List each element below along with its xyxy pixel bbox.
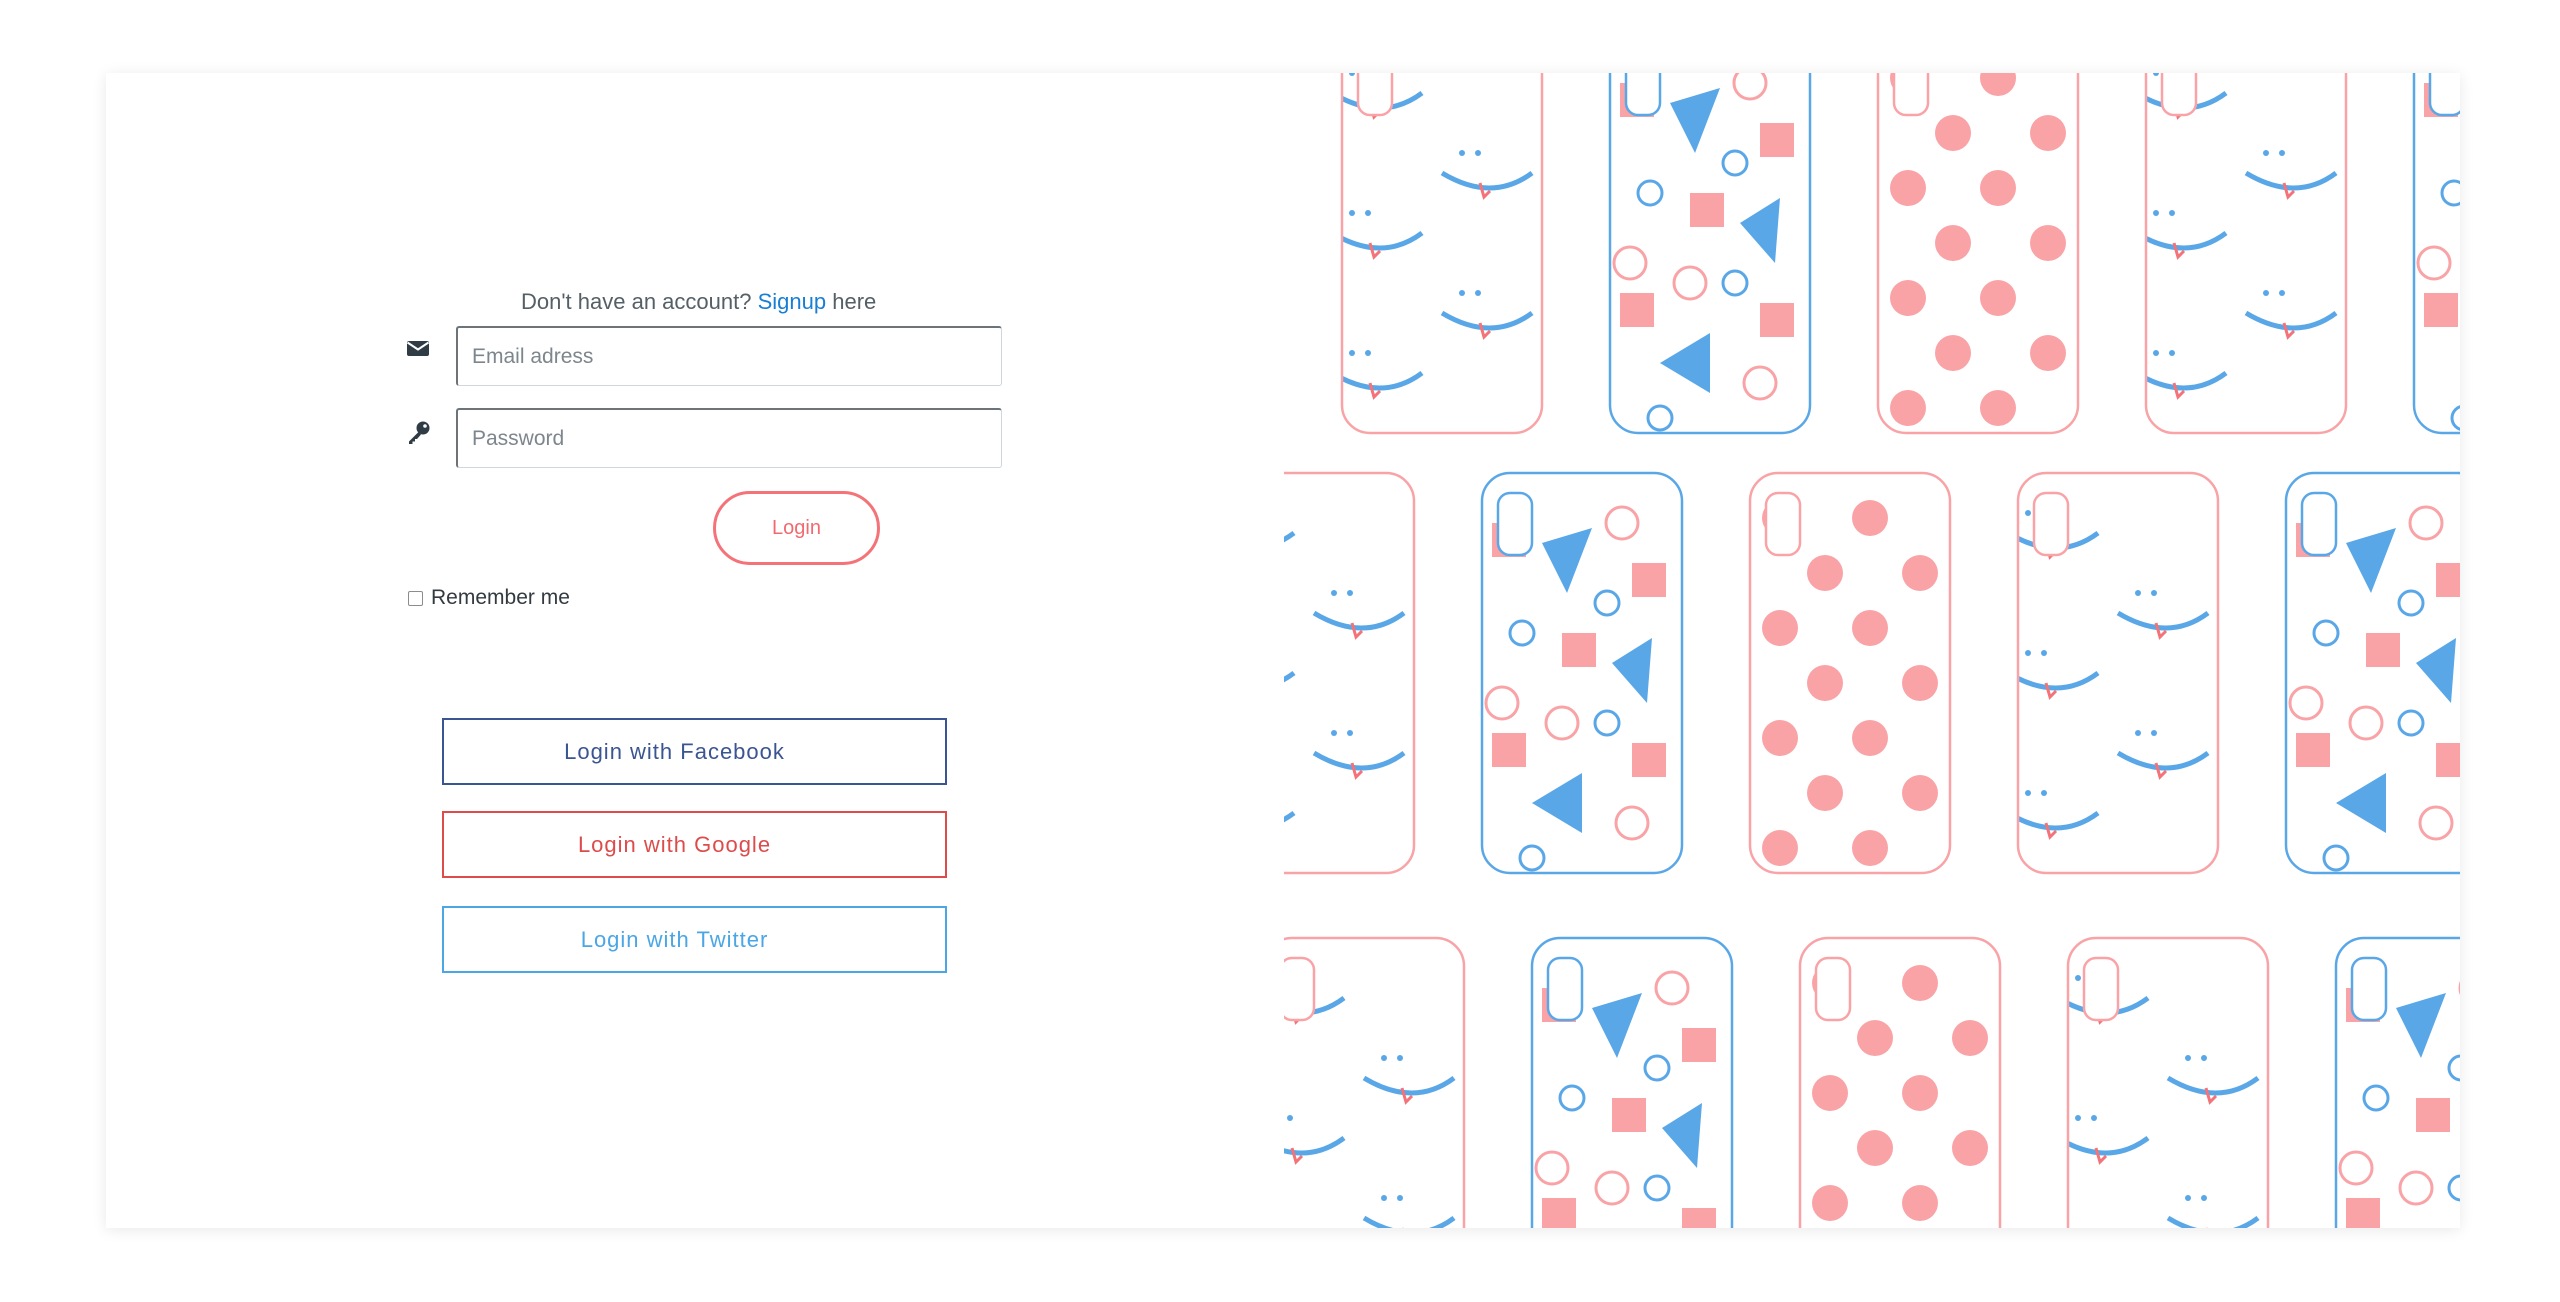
phone-case-faces	[2144, 73, 2348, 435]
password-input[interactable]	[456, 408, 1002, 468]
phone-case-shapes	[1480, 471, 1684, 875]
phone-case-shapes	[1608, 73, 1812, 435]
phone-case-shapes	[1530, 936, 1734, 1228]
phone-case-faces	[1284, 471, 1416, 875]
phone-case-faces	[1340, 73, 1544, 435]
remember-me[interactable]: Remember me	[408, 586, 570, 610]
phone-case-dots	[1798, 936, 2002, 1228]
remember-checkbox[interactable]	[408, 590, 423, 606]
login-form: Don't have an account? Signup here Email…	[106, 73, 1284, 1228]
phone-case-dots	[1876, 73, 2080, 435]
login-facebook-button[interactable]: Login with Facebook	[442, 718, 947, 785]
phone-case-dots	[1748, 471, 1952, 875]
phone-case-faces	[2016, 471, 2220, 875]
login-card: Don't have an account? Signup here Email…	[106, 73, 2460, 1228]
password-row	[406, 408, 1006, 470]
email-input[interactable]	[456, 326, 1002, 386]
google-label: Login with Google	[577, 831, 772, 857]
remember-label: Remember me	[431, 586, 570, 609]
login-google-button[interactable]: Login with Google	[442, 811, 947, 878]
phone-case-pattern-image	[1284, 73, 2460, 1228]
page: Don't have an account? Signup here Email…	[0, 0, 2560, 1302]
login-twitter-button[interactable]: Login with Twitter	[442, 906, 947, 973]
signup-suffix: here	[832, 289, 877, 314]
envelope-icon	[406, 338, 432, 364]
key-icon	[406, 420, 432, 446]
phone-case-pattern-svg	[1284, 73, 2460, 1228]
email-row	[406, 326, 1006, 388]
phone-case-shapes	[2412, 73, 2460, 435]
phone-case-shapes	[2334, 936, 2460, 1228]
twitter-label: Login with Twitter	[580, 926, 769, 952]
signup-prompt: Don't have an account? Signup here	[521, 289, 876, 315]
phone-case-shapes	[2284, 471, 2460, 875]
facebook-label: Login with Facebook	[564, 738, 785, 764]
phone-case-faces	[1284, 936, 1466, 1228]
phone-case-faces	[2066, 936, 2270, 1228]
signup-link[interactable]: Signup	[758, 289, 827, 314]
signup-prefix: Don't have an account?	[521, 289, 752, 314]
login-button[interactable]: Login	[713, 491, 880, 565]
